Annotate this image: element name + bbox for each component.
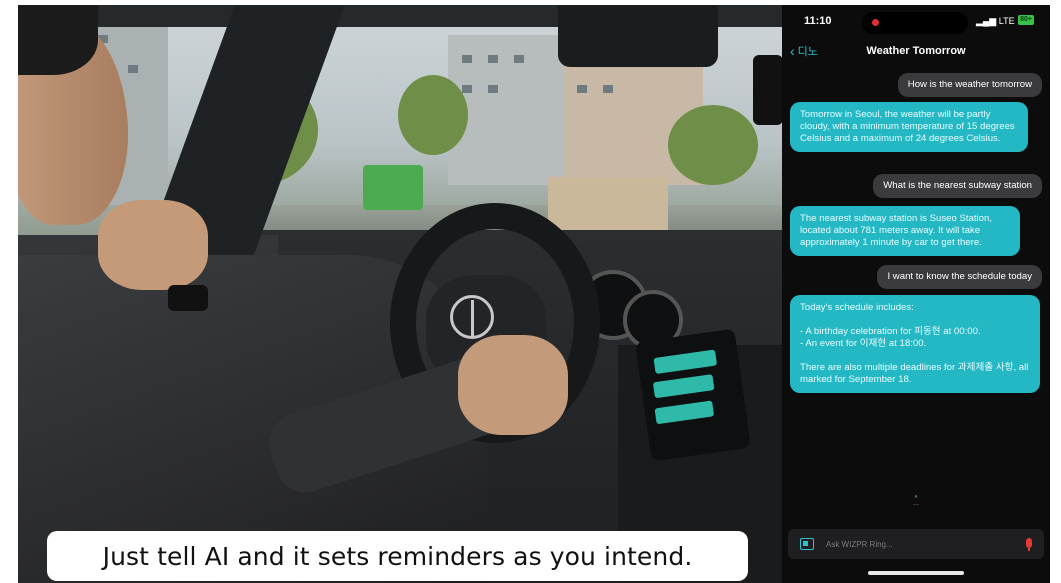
tree	[668, 105, 758, 185]
driver-hand-chin	[98, 200, 208, 290]
phone-screen: 11:10 ▂▄▆ LTE 80+ ‹ 디노 Weather Tomorrow …	[782, 5, 1050, 583]
chat-input[interactable]	[826, 535, 1016, 553]
home-indicator[interactable]	[868, 571, 964, 575]
signal-icon: ▂▄▆ LTE	[976, 16, 1015, 26]
dynamic-island	[862, 12, 968, 34]
truck-box	[548, 177, 668, 235]
ai-message: Tomorrow in Seoul, the weather will be p…	[790, 102, 1028, 152]
user-message: I want to know the schedule today	[877, 265, 1042, 289]
video-frame	[18, 5, 782, 583]
user-message: What is the nearest subway station	[873, 174, 1042, 198]
driver-hand-wheel	[458, 335, 568, 435]
recording-dot-icon	[872, 19, 879, 26]
rearview-mirror	[558, 5, 718, 67]
tree	[398, 75, 468, 155]
mounted-phone	[635, 328, 751, 462]
video-caption: Just tell AI and it sets reminders as yo…	[47, 531, 748, 581]
status-time: 11:10	[804, 15, 832, 27]
user-message: How is the weather tomorrow	[897, 73, 1042, 97]
microphone-icon[interactable]	[1026, 538, 1032, 551]
chat-input-bar	[788, 529, 1044, 559]
side-mirror	[753, 55, 782, 125]
ring-status-indicator: ● —	[913, 494, 919, 508]
smartwatch	[168, 285, 208, 311]
ai-message: The nearest subway station is Suseo Stat…	[790, 206, 1020, 256]
car-logo-icon	[450, 295, 494, 339]
ai-message: Today's schedule includes: - A birthday …	[790, 295, 1040, 393]
battery-icon: 80+	[1018, 15, 1034, 25]
status-bar: 11:10 ▂▄▆ LTE 80+	[782, 5, 1050, 37]
chat-title: Weather Tomorrow	[866, 45, 966, 57]
network-type: LTE	[998, 16, 1015, 26]
chat-header: ‹ 디노 Weather Tomorrow	[782, 39, 1050, 65]
keyboard-icon[interactable]	[800, 538, 814, 550]
bus	[363, 165, 423, 210]
